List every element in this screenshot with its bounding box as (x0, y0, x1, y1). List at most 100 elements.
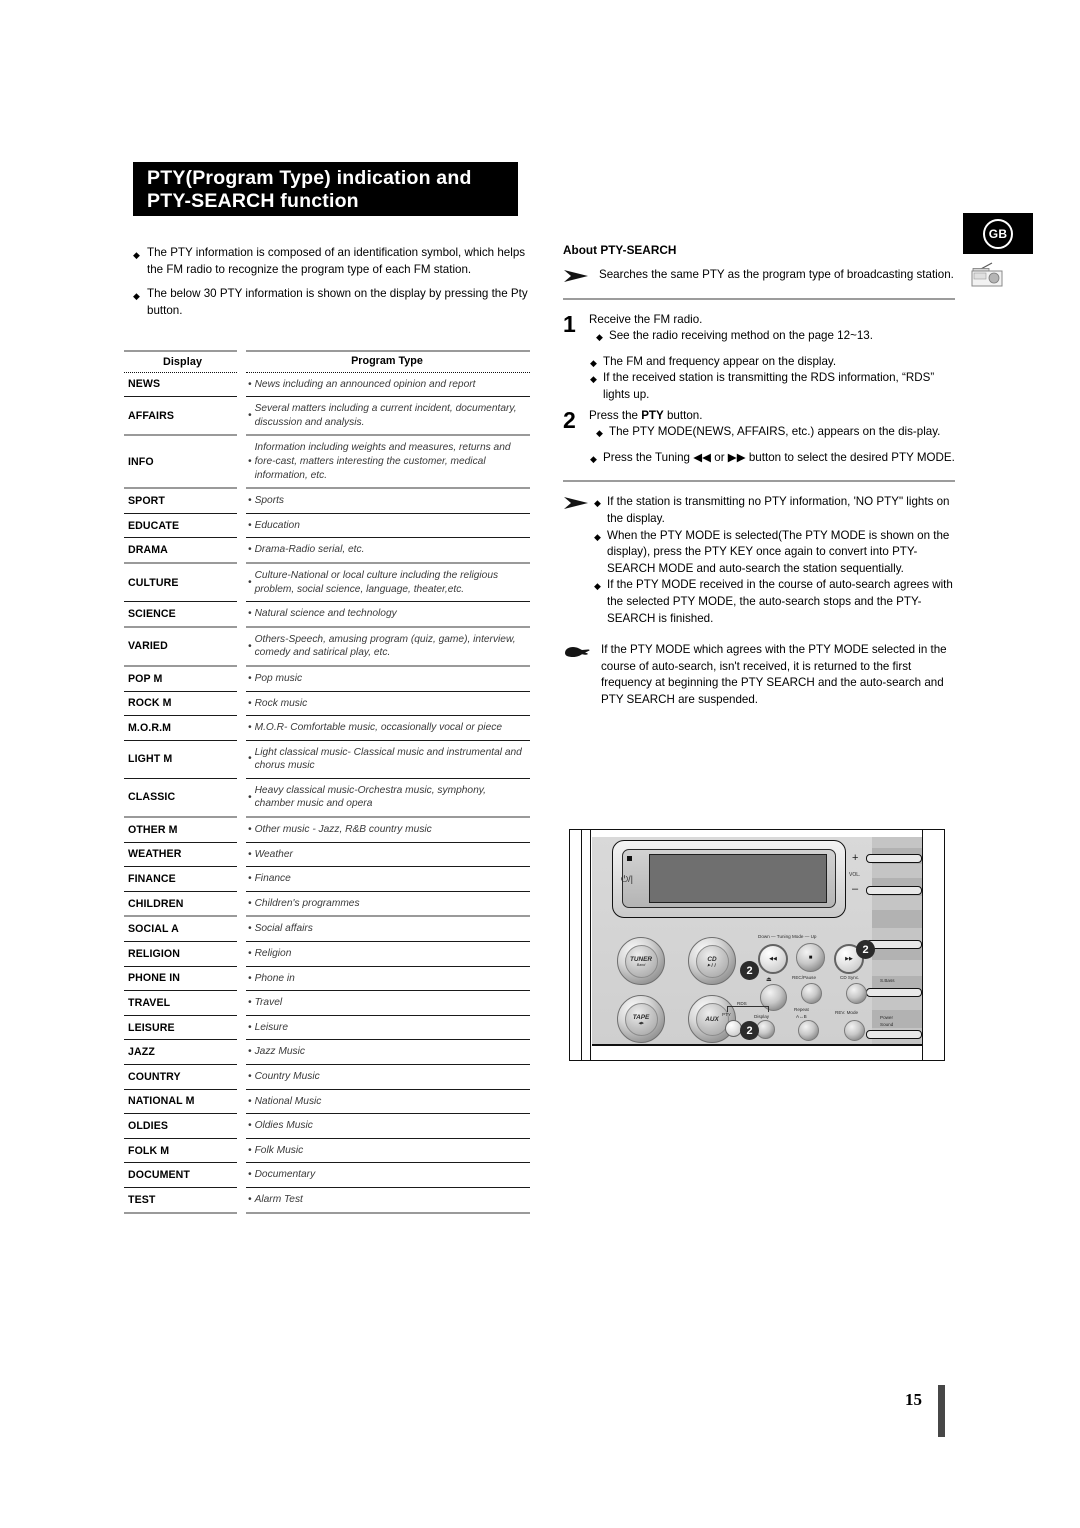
table-cell-program-type: • Pop music (246, 667, 530, 691)
table-cell-program-type-text: Leisure (254, 1021, 288, 1033)
table-cell-program-type: • Natural science and technology (246, 602, 530, 626)
table-cell-display: PHONE IN (128, 972, 181, 985)
step-1-bullet-1: ◆ See the radio receiving method on the … (589, 328, 955, 345)
step-1-bullet-2: ◆ The FM and frequency appear on the dis… (589, 354, 955, 371)
table-cell-program-type-text: Phone in (254, 972, 295, 984)
dot-bullet-icon: • (248, 378, 252, 390)
eject-icon: ⏏ (766, 977, 772, 983)
dot-bullet-icon: • (248, 576, 252, 588)
page-title-banner: PTY(Program Type) indication and PTY-SEA… (133, 162, 518, 216)
table-cell-program-type-text: Heavy classical music-Orchestra music, s… (254, 784, 486, 810)
rev-mode-button[interactable] (844, 1020, 865, 1041)
cd-sync-label: CD Sync. (840, 975, 860, 980)
aux-button-label: AUX (705, 1015, 719, 1023)
cd-button[interactable]: CD ▶❙❙ (688, 937, 736, 985)
region-badge-label: GB (983, 218, 1013, 249)
dot-bullet-icon: • (248, 948, 252, 960)
power-led (627, 856, 632, 861)
diamond-bullet-icon: ◆ (590, 374, 597, 385)
table-cell-display: DRAMA (128, 544, 168, 557)
intro-bullet-2-text: The below 30 PTY information is shown on… (147, 287, 528, 317)
step-1-bullet-1-text: See the radio receiving method on the pa… (609, 329, 873, 343)
table-cell-display: RELIGION (128, 947, 181, 960)
table-cell-display: FINANCE (128, 873, 176, 886)
grille-slot-2 (866, 886, 922, 895)
step-2-bullet-2-text: Press the Tuning ◀◀ or ▶▶ button to sele… (603, 450, 955, 464)
about-pty-search-heading: About PTY-SEARCH (563, 243, 955, 257)
region-badge: GB (963, 213, 1033, 254)
step-2-bullet-1: ◆ The PTY MODE(NEWS, AFFAIRS, etc.) appe… (589, 424, 955, 441)
dot-bullet-icon: • (248, 640, 252, 652)
table-cell-display: ROCK M (128, 697, 172, 710)
table-cell-display: EDUCATE (128, 519, 180, 532)
table-cell-display: SCIENCE (128, 607, 176, 620)
table-row: EDUCATE • Education (124, 514, 530, 538)
page-number: 15 (905, 1390, 922, 1409)
tuner-button-sublabel: Band (636, 962, 646, 967)
table-cell-display: TEST (128, 1193, 156, 1206)
table-row: VARIED • Others-Speech, amusing program (q… (124, 628, 530, 665)
diamond-bullet-icon: ◆ (590, 357, 597, 368)
volume-up-label[interactable]: + (852, 852, 858, 864)
table-row: TEST • Alarm Test (124, 1188, 530, 1212)
dot-bullet-icon: • (248, 753, 252, 765)
note-bullet-1: ◆ If the station is transmitting no PTY … (593, 494, 955, 527)
tape-button[interactable]: TAPE ◀▶ (617, 995, 665, 1043)
repeat-button[interactable] (798, 1020, 819, 1041)
table-cell-program-type: • Travel (246, 991, 530, 1015)
table-row: CLASSIC • Heavy classical music-Orchestra … (124, 779, 530, 816)
table-cell-display: INFO (128, 455, 154, 468)
table-cell-program-type-text: Folk Music (254, 1144, 304, 1156)
step-2-title-pre: Press the (589, 408, 642, 422)
table-cell-program-type: • Several matters including a current inc… (246, 397, 530, 434)
stop-icon: ■ (808, 954, 813, 961)
step-1-title: Receive the FM radio. (589, 312, 703, 326)
note-bullet-1-text: If the station is transmitting no PTY in… (607, 495, 950, 525)
table-row: OTHER M • Other music - Jazz, R&B country … (124, 818, 530, 842)
rds-label: RDS (737, 1001, 747, 1006)
table-cell-program-type: • Light classical music- Classical music … (246, 741, 530, 778)
table-cell-display: CLASSIC (128, 791, 176, 804)
table-row: PHONE IN • Phone in (124, 967, 530, 991)
table-cell-program-type-text: News including an announced opinion and … (254, 378, 476, 390)
step-2-title-post: button. (663, 408, 703, 422)
diamond-bullet-icon: ◆ (594, 498, 601, 509)
note-bullet-2-text: When the PTY MODE is selected(The PTY MO… (607, 528, 950, 575)
table-cell-display: NATIONAL M (128, 1095, 195, 1108)
dot-bullet-icon: • (248, 608, 252, 620)
cd-sync-button[interactable] (846, 983, 867, 1004)
table-row: NEWS • News including an announced opinion… (124, 373, 530, 397)
table-cell-program-type-text: Finance (254, 873, 291, 885)
dot-bullet-icon: • (248, 848, 252, 860)
power-sound-label-2: Sound (880, 1022, 894, 1027)
dot-bullet-icon: • (248, 495, 252, 507)
table-cell-program-type: • Folk Music (246, 1139, 530, 1163)
pty-label: PTY (722, 1012, 731, 1017)
tuning-up-icon: ▶▶ (845, 956, 853, 962)
table-row: ROCK M • Rock music (124, 692, 530, 716)
tuner-band-button[interactable]: TUNER Band (617, 937, 665, 985)
table-cell-program-type: • M.O.R- Comfortable music, occasionally … (246, 716, 530, 740)
volume-down-label[interactable]: – (852, 883, 858, 895)
table-cell-program-type-text: Social affairs (254, 923, 313, 935)
power-button-icon[interactable]: ⏻/| (621, 874, 633, 885)
step-2-bullet-2: ◆ Press the Tuning ◀◀ or ▶▶ button to se… (589, 450, 955, 467)
table-row: JAZZ • Jazz Music (124, 1040, 530, 1064)
step-1-bullet-3-text: If the received station is transmitting … (603, 371, 935, 401)
rec-pause-button[interactable] (801, 983, 822, 1004)
table-cell-program-type: • Country Music (246, 1065, 530, 1089)
tuning-down-button[interactable]: ◀◀ (758, 944, 788, 974)
rev-mode-label: REV. Mode (835, 1010, 859, 1015)
table-cell-program-type-text: Others-Speech, amusing program (quiz, ga… (254, 633, 516, 659)
table-cell-program-type-text: Documentary (254, 1169, 316, 1181)
stop-button[interactable]: ■ (796, 943, 825, 972)
table-cell-display: CULTURE (128, 576, 179, 589)
table-cell-program-type-text: Several matters including a current inci… (254, 403, 517, 428)
intro-bullet-1-text: The PTY information is composed of an id… (147, 246, 526, 276)
table-cell-display: LIGHT M (128, 753, 173, 766)
table-cell-program-type: • Others-Speech, amusing program (quiz, g… (246, 628, 530, 665)
table-row: CHILDREN • Children's programmes (124, 892, 530, 916)
tape-button-label: TAPE (632, 1013, 650, 1021)
callout-2-tuning-up: 2 (856, 940, 875, 959)
table-row: SOCIAL A • Social affairs (124, 917, 530, 941)
